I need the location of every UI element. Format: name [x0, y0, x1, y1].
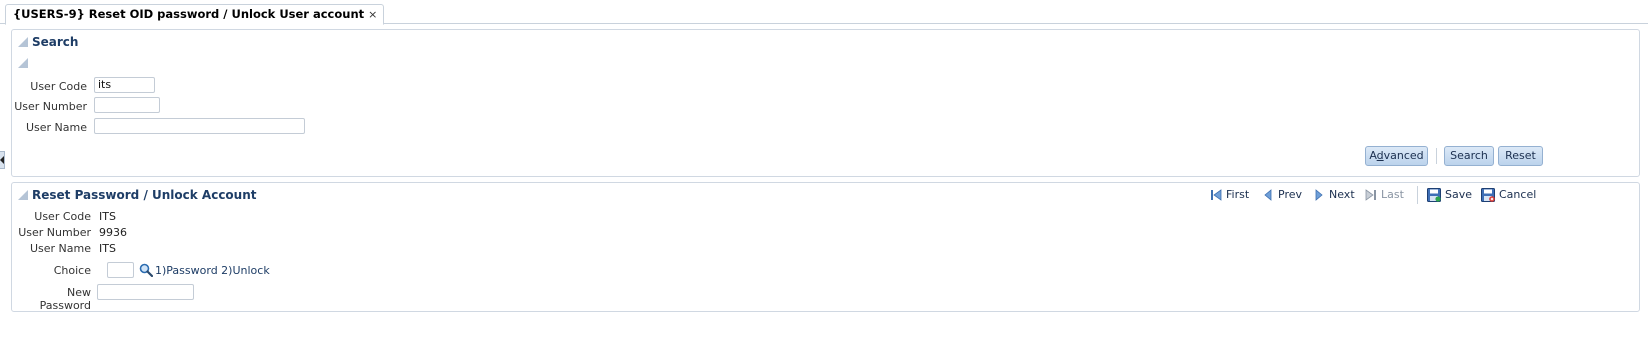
search-disclosure-icon[interactable]: [18, 37, 28, 47]
tab-title: {USERS-9} Reset OID password / Unlock Us…: [13, 7, 365, 21]
reset-user-code-label: User Code: [34, 210, 91, 223]
search-lov-icon[interactable]: [139, 263, 153, 277]
prev-label: Prev: [1278, 188, 1302, 201]
tab-strip: {USERS-9} Reset OID password / Unlock Us…: [0, 0, 1648, 25]
new-password-input[interactable]: [97, 284, 194, 300]
prev-icon: [1264, 189, 1272, 201]
reset-button[interactable]: Reset: [1498, 146, 1543, 166]
reset-user-number-label: User Number: [18, 226, 91, 239]
record-navigation-toolbar: First Prev Next Last Save Cancel: [0, 187, 1648, 205]
choice-label: Choice: [53, 264, 91, 277]
save-icon: [1427, 188, 1441, 202]
next-icon: [1315, 189, 1323, 201]
reset-user-number-value: 9936: [99, 226, 127, 239]
search-panel-title: Search: [32, 35, 79, 49]
reset-user-code-value: ITS: [99, 210, 116, 223]
next-label: Next: [1329, 188, 1355, 201]
user-number-input[interactable]: [94, 97, 160, 113]
choice-hint: 1)Password 2)Unlock: [155, 264, 270, 277]
cancel-icon: [1481, 188, 1495, 202]
search-button[interactable]: Search: [1444, 146, 1494, 166]
collapse-handle-icon[interactable]: [0, 151, 5, 169]
choice-input[interactable]: [107, 262, 134, 278]
save-label: Save: [1445, 188, 1473, 201]
last-icon: [1365, 189, 1376, 201]
sub-disclosure-icon[interactable]: [18, 58, 28, 68]
cancel-label: Cancel: [1499, 188, 1537, 201]
last-label: Last: [1381, 188, 1404, 201]
toolbar-separator: [1417, 186, 1418, 204]
button-separator: [1436, 148, 1437, 164]
reset-user-name-value: ITS: [99, 242, 116, 255]
user-name-input[interactable]: [94, 118, 305, 134]
reset-user-name-label: User Name: [29, 242, 91, 255]
user-code-label: User Code: [30, 80, 87, 93]
user-code-input[interactable]: its: [94, 77, 155, 93]
close-icon[interactable]: ×: [368, 8, 377, 21]
user-number-label: User Number: [14, 100, 87, 113]
first-icon: [1211, 189, 1222, 201]
advanced-button[interactable]: Advanced: [1365, 146, 1428, 166]
user-name-label: User Name: [25, 121, 87, 134]
tab-reset-oid-password[interactable]: {USERS-9} Reset OID password / Unlock Us…: [5, 4, 385, 25]
first-label: First: [1226, 188, 1250, 201]
new-password-label: New Password: [39, 286, 91, 312]
